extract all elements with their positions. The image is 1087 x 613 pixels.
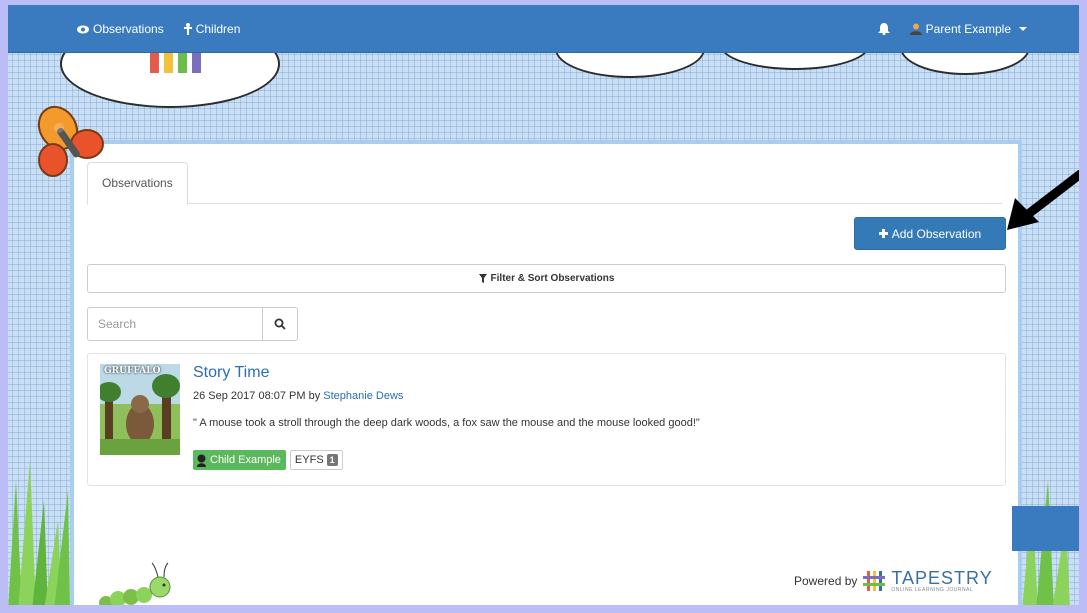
user-icon <box>909 23 922 35</box>
filter-sort-label: Filter & Sort Observations <box>490 273 615 284</box>
child-tag-label: Child Example <box>210 454 281 466</box>
tapestry-logo-icon <box>863 571 886 591</box>
nav-observations-label: Observations <box>93 22 164 36</box>
top-navbar: Observations Children Parent Example <box>8 5 1079 53</box>
filter-sort-button[interactable]: Filter & Sort Observations <box>87 264 1006 293</box>
search-icon <box>274 318 286 330</box>
tapestry-tagline: ONLINE LEARNING JOURNAL <box>891 587 974 593</box>
search-button[interactable] <box>263 307 298 341</box>
nav-children-label: Children <box>195 22 241 36</box>
grass-decoration <box>8 460 70 610</box>
observation-card: GRUFFALO Story Time 26 Sep 2017 08:07 PM… <box>87 353 1006 486</box>
add-observation-button[interactable]: Add Observation <box>854 217 1006 250</box>
caterpillar-icon <box>99 562 171 610</box>
powered-by: Powered by TAPESTRY ONLINE LEARNING JOUR… <box>794 569 993 593</box>
observation-meta: 26 Sep 2017 08:07 PM by Stephanie Dews <box>193 390 403 402</box>
child-icon <box>183 23 192 35</box>
user-menu[interactable]: Parent Example <box>909 22 1027 36</box>
plus-icon <box>878 229 888 238</box>
observation-date: 26 Sep 2017 08:07 PM <box>193 390 306 402</box>
tab-bar: Observations <box>87 162 1002 205</box>
logo-bars <box>150 53 201 73</box>
butterfly-icon <box>37 105 104 177</box>
child-silhouette-icon <box>197 454 206 467</box>
right-edge-bar <box>1012 506 1079 551</box>
main-panel: Observations Add Observation Filter & So… <box>70 140 1022 613</box>
arrow-annotation-icon <box>1007 170 1085 230</box>
chevron-down-icon <box>1019 27 1027 31</box>
thumbnail-title: GRUFFALO <box>104 366 161 376</box>
book-cover-image <box>100 364 180 455</box>
powered-by-label: Powered by <box>794 574 858 588</box>
child-tag[interactable]: Child Example <box>193 450 286 470</box>
observation-text: " A mouse took a stroll through the deep… <box>193 417 700 429</box>
bell-icon[interactable] <box>877 23 890 35</box>
nav-observations[interactable]: Observations <box>77 22 164 36</box>
eyfs-count-badge: 1 <box>326 454 338 466</box>
eyfs-tag-label: EYFS <box>294 454 324 466</box>
eye-icon <box>77 25 89 33</box>
search-input[interactable] <box>87 307 263 341</box>
observation-thumbnail[interactable]: GRUFFALO <box>100 364 180 455</box>
tapestry-logo[interactable]: TAPESTRY ONLINE LEARNING JOURNAL <box>891 569 992 593</box>
tapestry-brand: TAPESTRY <box>891 568 993 588</box>
eyfs-tag[interactable]: EYFS 1 <box>289 450 343 470</box>
observation-title[interactable]: Story Time <box>193 364 269 382</box>
observation-author-link[interactable]: Stephanie Dews <box>323 390 403 402</box>
search-group <box>87 307 299 341</box>
observation-by: by <box>308 390 321 402</box>
observation-tags: Child Example EYFS 1 <box>193 450 343 470</box>
filter-icon <box>478 274 487 283</box>
nav-children[interactable]: Children <box>183 22 241 36</box>
user-menu-label: Parent Example <box>925 22 1011 36</box>
add-observation-label: Add Observation <box>891 226 982 241</box>
